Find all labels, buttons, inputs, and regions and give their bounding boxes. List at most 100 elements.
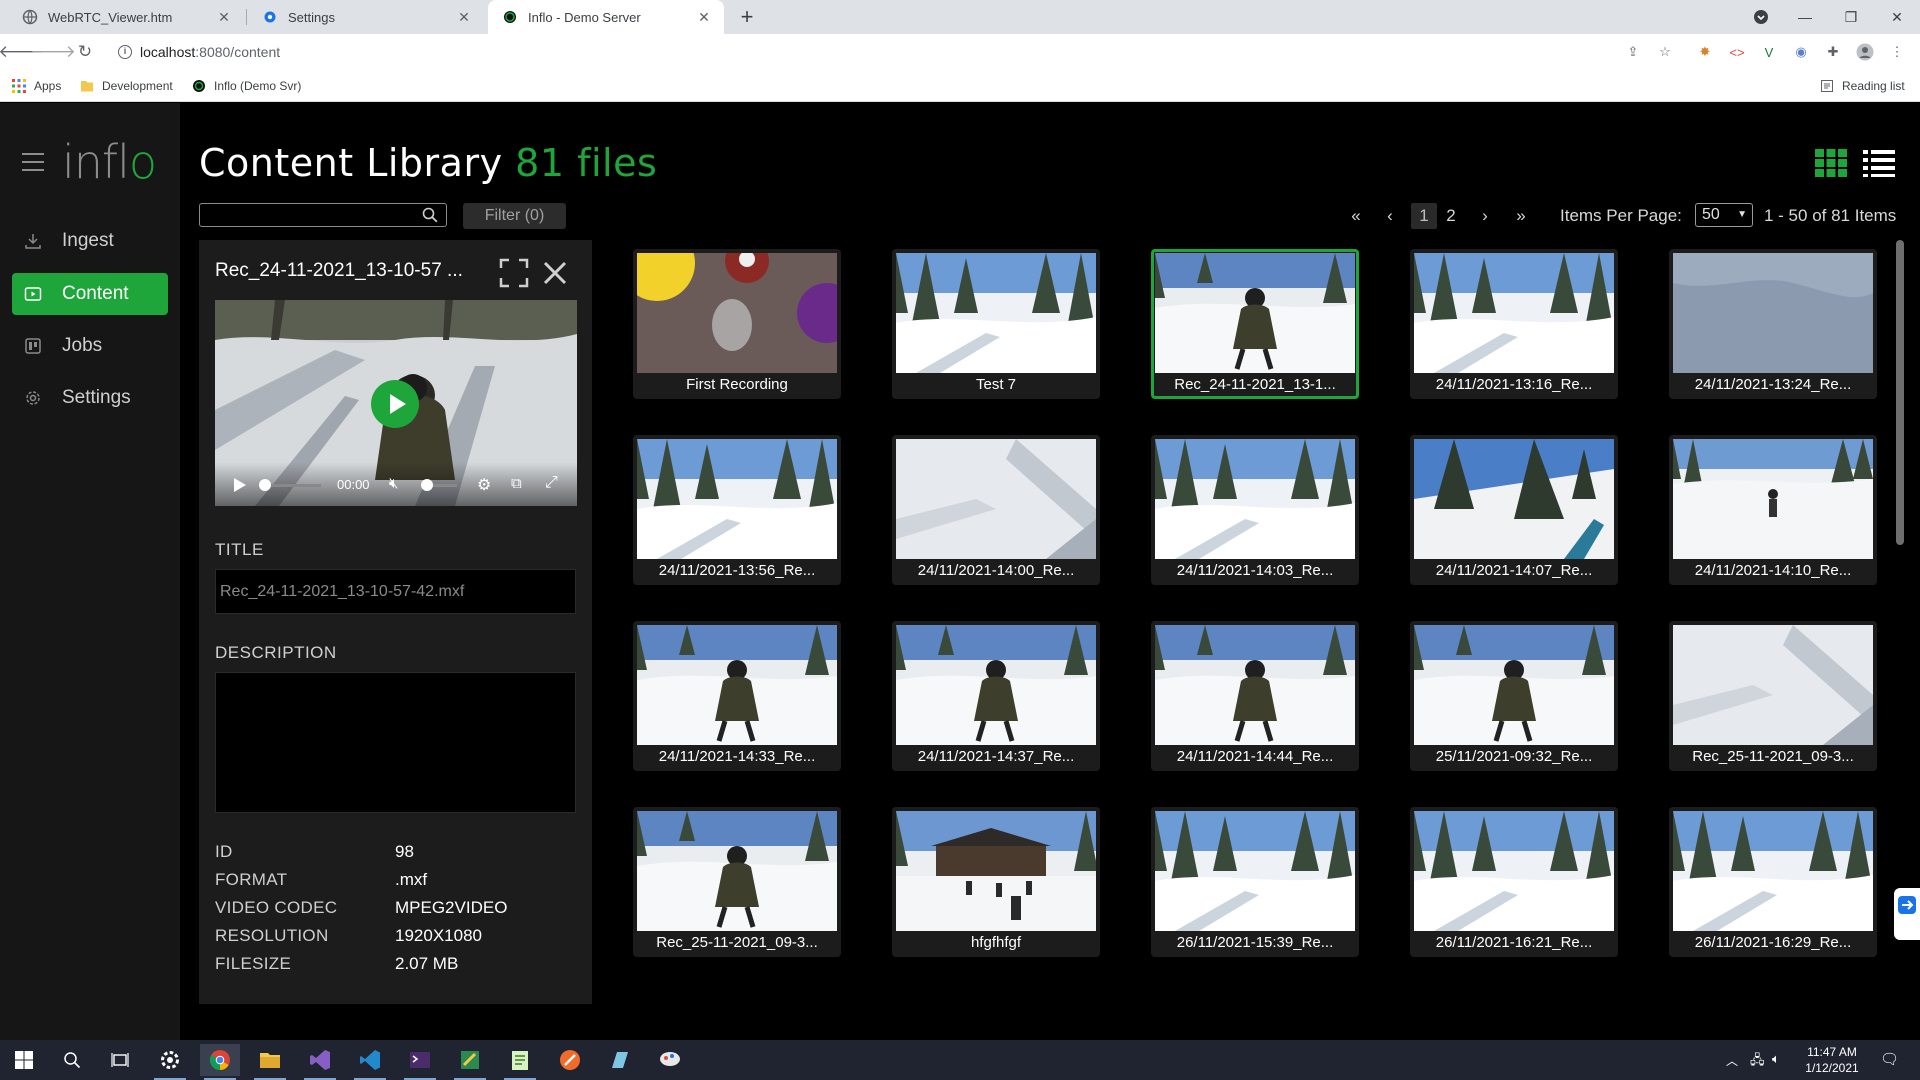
window-close-button[interactable]: ✕ (1874, 0, 1920, 34)
teamviewer-widget[interactable] (1894, 888, 1920, 940)
video-thumbnail[interactable] (1414, 811, 1614, 931)
last-page-icon[interactable]: » (1508, 203, 1534, 229)
video-thumbnail[interactable] (896, 439, 1096, 559)
taskbar-snip-icon[interactable] (450, 1044, 490, 1080)
content-card[interactable]: 26/11/2021-16:29_Re... (1669, 807, 1877, 957)
maximize-button[interactable]: ❐ (1828, 0, 1874, 34)
content-card[interactable]: 24/11/2021-14:00_Re... (892, 435, 1100, 585)
play-overlay-button[interactable] (371, 380, 419, 428)
hamburger-menu-icon[interactable] (22, 153, 44, 171)
nav-item-ingest[interactable]: Ingest (12, 220, 168, 262)
content-card[interactable]: 24/11/2021-14:10_Re... (1669, 435, 1877, 585)
taskbar-app-orange-icon[interactable] (550, 1044, 590, 1076)
notifications-icon[interactable]: 🗨︎ (1880, 1050, 1899, 1068)
forward-icon[interactable]: 🡒 (30, 39, 76, 65)
list-view-icon[interactable] (1862, 148, 1896, 178)
seek-handle[interactable] (259, 479, 271, 491)
close-icon[interactable]: ✕ (456, 9, 472, 25)
video-player[interactable]: 00:00 🔇︎ ⚙ ⧉ ⤢ (215, 300, 577, 506)
video-thumbnail[interactable] (1673, 439, 1873, 559)
popout-icon[interactable]: ⧉ (511, 475, 522, 492)
video-thumbnail[interactable] (1414, 253, 1614, 373)
reading-list-button[interactable]: Reading list (1820, 77, 1905, 95)
taskbar-app-blue-icon[interactable] (600, 1044, 640, 1076)
share-icon[interactable]: ⇪ (1624, 43, 1642, 61)
minimize-button[interactable]: — (1782, 0, 1828, 34)
content-card[interactable]: 26/11/2021-15:39_Re... (1151, 807, 1359, 957)
content-card[interactable]: hfgfhfgf (892, 807, 1100, 957)
windows-start-icon[interactable] (4, 1044, 44, 1076)
taskbar-terminal-icon[interactable] (400, 1044, 440, 1080)
expand-icon[interactable]: ⤢ (545, 474, 558, 492)
nav-item-content[interactable]: Content (12, 273, 168, 315)
new-tab-button[interactable]: + (736, 6, 758, 29)
browser-tab-inflo[interactable]: Inflo - Demo Server ✕ (488, 0, 724, 34)
content-card[interactable]: 24/11/2021-13:56_Re... (633, 435, 841, 585)
video-thumbnail[interactable] (637, 253, 837, 373)
task-view-icon[interactable] (100, 1044, 140, 1076)
content-card[interactable]: Test 7 (892, 249, 1100, 399)
video-thumbnail[interactable] (637, 625, 837, 745)
video-thumbnail[interactable] (1155, 625, 1355, 745)
description-field[interactable] (215, 672, 576, 813)
first-page-icon[interactable]: « (1343, 203, 1369, 229)
network-icon[interactable]: 🖧︎ (1750, 1051, 1765, 1073)
page-2[interactable]: 2 (1438, 203, 1464, 229)
extension-code-icon[interactable]: <> (1728, 43, 1746, 61)
nav-item-jobs[interactable]: Jobs (12, 325, 168, 367)
page-1[interactable]: 1 (1411, 203, 1437, 229)
close-icon[interactable]: ✕ (216, 9, 232, 25)
taskbar-vscode-icon[interactable] (350, 1044, 390, 1080)
close-icon[interactable] (540, 258, 570, 288)
items-per-page-select[interactable]: 50 ▼ (1695, 203, 1753, 227)
taskbar-app-paint-icon[interactable] (650, 1044, 690, 1076)
video-thumbnail[interactable] (1155, 253, 1355, 373)
grid-view-icon[interactable] (1814, 148, 1848, 178)
scrollbar[interactable] (1896, 240, 1904, 545)
site-info-icon[interactable]: i (118, 45, 132, 59)
content-card[interactable]: 24/11/2021-14:33_Re... (633, 621, 841, 771)
video-thumbnail[interactable] (1673, 811, 1873, 931)
tray-chevron-up-icon[interactable]: ︿ (1726, 1052, 1738, 1069)
star-icon[interactable]: ☆ (1656, 43, 1674, 61)
bookmark-apps[interactable]: Apps (12, 77, 61, 95)
taskbar-settings-icon[interactable] (150, 1044, 190, 1080)
volume-handle[interactable] (421, 479, 433, 491)
video-thumbnail[interactable] (637, 811, 837, 931)
extension-v-icon[interactable]: V (1760, 43, 1778, 61)
video-thumbnail[interactable] (1155, 439, 1355, 559)
title-field[interactable]: Rec_24-11-2021_13-10-57-42.mxf (215, 569, 576, 614)
content-card[interactable]: 24/11/2021-14:07_Re... (1410, 435, 1618, 585)
content-card[interactable]: 25/11/2021-09:32_Re... (1410, 621, 1618, 771)
nav-item-settings[interactable]: Settings (12, 377, 168, 419)
video-thumbnail[interactable] (896, 253, 1096, 373)
content-card[interactable]: 26/11/2021-16:21_Re... (1410, 807, 1618, 957)
tab-search-icon[interactable] (1738, 0, 1784, 34)
video-thumbnail[interactable] (896, 811, 1096, 931)
extensions-puzzle-icon[interactable]: ✚ (1824, 43, 1842, 61)
bookmark-inflo[interactable]: Inflo (Demo Svr) (192, 77, 301, 95)
search-icon[interactable] (422, 207, 438, 223)
content-card[interactable]: Rec_25-11-2021_09-3... (1669, 621, 1877, 771)
search-input[interactable] (199, 203, 447, 227)
play-icon[interactable] (233, 477, 247, 493)
mute-icon[interactable]: 🔇︎ (389, 475, 398, 492)
taskbar-visual-studio-icon[interactable] (300, 1044, 340, 1080)
content-card[interactable]: 24/11/2021-14:44_Re... (1151, 621, 1359, 771)
search-icon[interactable] (52, 1044, 92, 1076)
volume-muted-icon[interactable]: 🔈︎ (1772, 1051, 1780, 1067)
taskbar-chrome-icon[interactable] (200, 1044, 240, 1080)
content-card[interactable]: Rec_25-11-2021_09-3... (633, 807, 841, 957)
video-thumbnail[interactable] (896, 625, 1096, 745)
content-card[interactable]: 24/11/2021-14:03_Re... (1151, 435, 1359, 585)
browser-tab-webrtc[interactable]: WebRTC_Viewer.htm ✕ (8, 0, 244, 34)
address-bar[interactable]: i localhost:8080/content (110, 38, 1660, 66)
content-card[interactable]: First Recording (633, 249, 841, 399)
video-thumbnail[interactable] (1155, 811, 1355, 931)
video-thumbnail[interactable] (1673, 253, 1873, 373)
close-icon[interactable]: ✕ (696, 9, 712, 25)
extension-circle-icon[interactable]: ◉ (1792, 43, 1810, 61)
extension-sun-icon[interactable]: ✸ (1696, 43, 1714, 61)
filter-button[interactable]: Filter (0) (463, 203, 566, 229)
content-card[interactable]: 24/11/2021-13:16_Re... (1410, 249, 1618, 399)
